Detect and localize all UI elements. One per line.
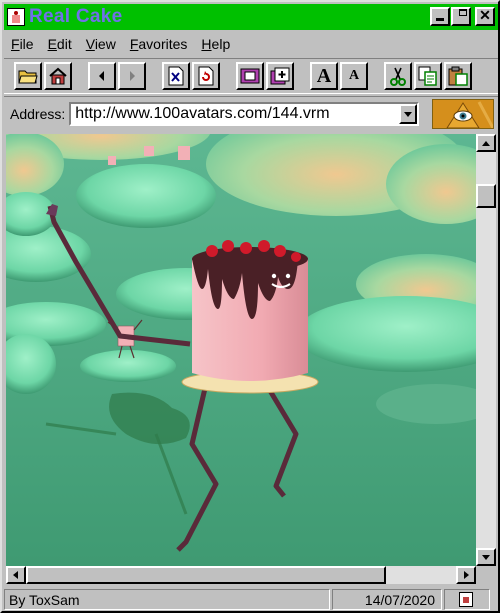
new-page-button[interactable] (266, 62, 294, 90)
menu-help[interactable]: Help (194, 36, 237, 52)
stop-button[interactable] (162, 62, 190, 90)
stop-icon (168, 66, 184, 86)
copy-button[interactable] (414, 62, 442, 90)
status-zone-icon (444, 589, 490, 610)
scroll-left-button[interactable] (6, 566, 26, 584)
horizontal-scroll-thumb[interactable] (26, 566, 386, 584)
browser-window: Real Cake ✕ File Edit View Favorites Hel… (0, 0, 500, 613)
save-button[interactable] (236, 62, 264, 90)
font-smaller-icon: A (348, 68, 360, 83)
horizontal-scrollbar[interactable] (6, 566, 476, 584)
address-value: http://www.100avatars.com/144.vrm (75, 104, 330, 122)
close-icon: ✕ (479, 7, 491, 23)
cut-button[interactable] (384, 62, 412, 90)
page-viewport[interactable] (6, 134, 476, 566)
refresh-button[interactable] (192, 62, 220, 90)
back-icon (99, 71, 104, 81)
paste-icon (448, 66, 468, 86)
vertical-scroll-thumb[interactable] (476, 184, 496, 208)
home-icon (49, 67, 67, 85)
menu-edit[interactable]: Edit (41, 36, 79, 52)
save-icon (240, 68, 260, 84)
home-button[interactable] (44, 62, 72, 90)
font-smaller-button[interactable]: A (340, 62, 368, 90)
browser-logo-icon (432, 99, 494, 129)
minimize-icon (436, 18, 444, 21)
address-label: Address: (10, 105, 66, 122)
menu-view[interactable]: View (79, 36, 123, 52)
open-button[interactable] (14, 62, 42, 90)
scroll-right-button[interactable] (456, 566, 476, 584)
forward-icon (130, 71, 135, 81)
scrollbar-corner (476, 566, 496, 584)
title-bar[interactable]: Real Cake ✕ (4, 4, 498, 30)
new-page-icon (270, 67, 290, 85)
menu-bar: File Edit View Favorites Help (4, 32, 237, 56)
scroll-down-button[interactable] (476, 548, 496, 566)
open-folder-icon (18, 70, 38, 84)
maximize-button[interactable] (451, 7, 471, 26)
address-bar: Address: http://www.100avatars.com/144.v… (4, 96, 498, 130)
menu-file[interactable]: File (4, 36, 41, 52)
close-button[interactable]: ✕ (475, 7, 495, 26)
toolbar: A A (4, 58, 498, 94)
status-author: By ToxSam (4, 589, 330, 610)
address-input[interactable]: http://www.100avatars.com/144.vrm (69, 101, 420, 126)
refresh-icon (198, 66, 214, 86)
font-larger-button[interactable]: A (310, 62, 338, 90)
back-button[interactable] (88, 62, 116, 90)
window-controls: ✕ (429, 7, 495, 26)
window-title: Real Cake (29, 6, 123, 27)
scene-illustration (6, 134, 476, 566)
restore-icon (459, 9, 467, 16)
vertical-scrollbar[interactable] (476, 134, 496, 566)
menu-favorites[interactable]: Favorites (123, 36, 195, 52)
minimize-button[interactable] (430, 7, 450, 26)
cut-icon (390, 67, 406, 86)
scroll-up-button[interactable] (476, 134, 496, 152)
status-bar: By ToxSam 14/07/2020 (4, 588, 498, 611)
address-dropdown-button[interactable] (399, 103, 418, 124)
copy-icon (418, 66, 437, 86)
eye-pyramid-icon (433, 100, 493, 128)
font-larger-icon: A (316, 64, 332, 87)
app-icon (7, 8, 25, 26)
forward-button[interactable] (118, 62, 146, 90)
status-date: 14/07/2020 (332, 589, 442, 610)
paste-button[interactable] (444, 62, 472, 90)
